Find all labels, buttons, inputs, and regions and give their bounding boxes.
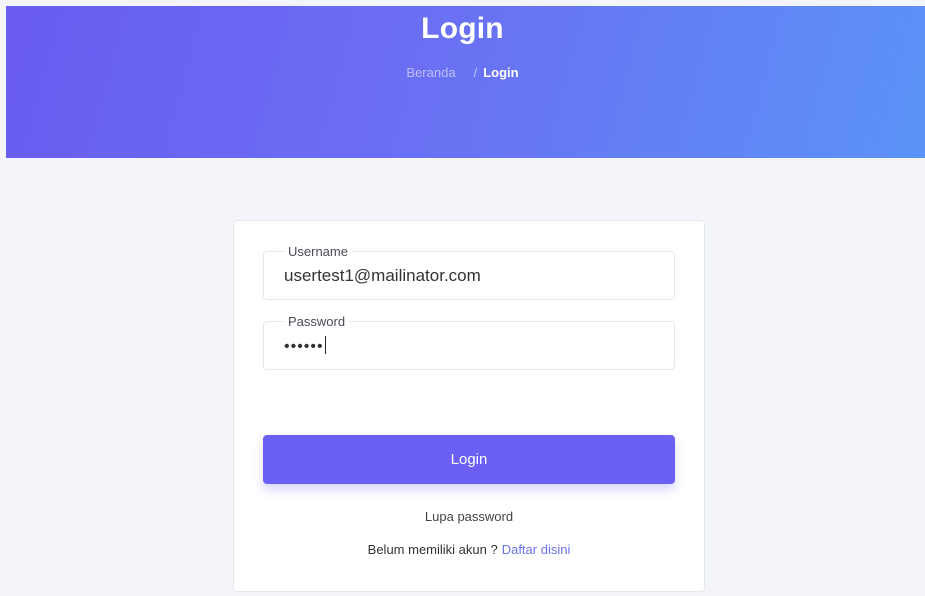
page-title: Login xyxy=(421,12,504,45)
password-value[interactable]: •••••• xyxy=(284,336,326,357)
password-label: Password xyxy=(284,314,350,330)
forgot-password-link[interactable]: Lupa password xyxy=(234,509,704,524)
login-page: Login Beranda / Login Username usertest1@m… xyxy=(0,0,925,596)
login-card: Username usertest1@mailinator.com Passwo… xyxy=(233,220,705,592)
password-masked-text: •••••• xyxy=(284,338,324,355)
login-button[interactable]: Login xyxy=(263,435,675,484)
username-value[interactable]: usertest1@mailinator.com xyxy=(284,266,481,286)
breadcrumb: Beranda / Login xyxy=(0,65,925,80)
signup-prompt-row: Belum memiliki akun ? Daftar disini xyxy=(234,542,704,557)
signup-prompt-text: Belum memiliki akun ? xyxy=(367,542,498,557)
username-label: Username xyxy=(284,244,352,260)
password-field[interactable]: Password •••••• xyxy=(263,314,675,370)
text-cursor xyxy=(324,336,326,354)
breadcrumb-current: Login xyxy=(483,65,519,80)
breadcrumb-separator: / xyxy=(473,65,478,80)
username-field[interactable]: Username usertest1@mailinator.com xyxy=(263,244,675,300)
breadcrumb-home-link[interactable]: Beranda xyxy=(406,65,455,80)
signup-link[interactable]: Daftar disini xyxy=(502,542,571,557)
